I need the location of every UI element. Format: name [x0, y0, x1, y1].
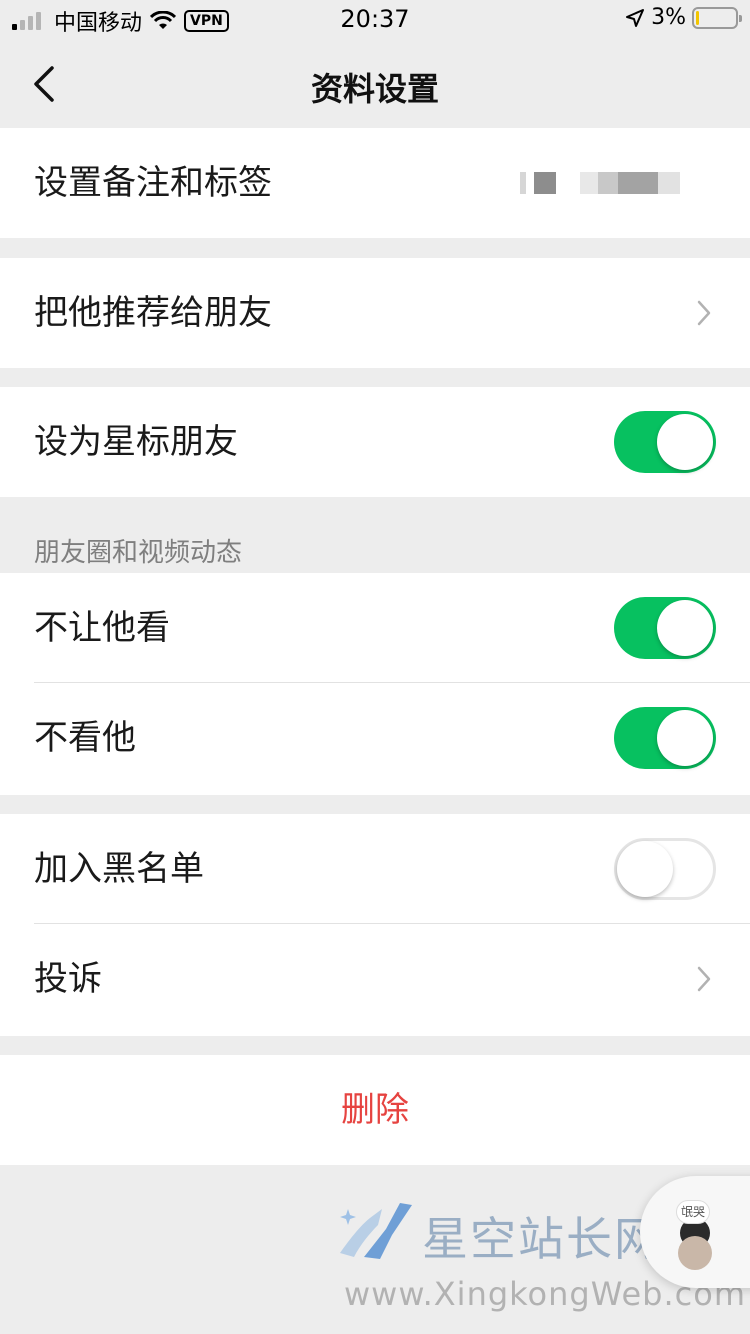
moments-group: 不让他看 不看他: [0, 573, 750, 795]
watermark-logo-icon: [340, 1203, 412, 1259]
hide-his-posts-toggle[interactable]: [614, 707, 716, 769]
toggle-knob: [657, 710, 713, 766]
blacklist-row: 加入黑名单: [0, 814, 750, 924]
toggle-knob: [657, 414, 713, 470]
blacklist-toggle[interactable]: [614, 838, 716, 900]
chevron-right-icon: [697, 966, 711, 992]
toggle-knob: [617, 841, 673, 897]
avatar: [678, 1236, 712, 1270]
star-label: 设为星标朋友: [34, 422, 238, 462]
remark-label: 设置备注和标签: [34, 163, 272, 203]
report-row[interactable]: 投诉: [0, 924, 750, 1036]
remark-row[interactable]: 设置备注和标签: [0, 128, 750, 238]
battery-icon: [692, 6, 742, 29]
toggle-knob: [657, 600, 713, 656]
section-header-moments: 朋友圈和视频动态: [34, 538, 243, 568]
chat-bubble: 氓哭: [676, 1200, 710, 1224]
nav-bar: 资料设置: [0, 40, 750, 128]
page-title: 资料设置: [310, 70, 439, 108]
hide-my-posts-toggle[interactable]: [614, 597, 716, 659]
hide-his-posts-label: 不看他: [34, 718, 136, 758]
delete-button[interactable]: 删除: [0, 1055, 750, 1165]
blacklist-label: 加入黑名单: [34, 849, 204, 889]
hide-his-posts-row: 不看他: [0, 683, 750, 795]
watermark-cn-text: 星空站长网: [422, 1212, 662, 1266]
battery-fill: [696, 10, 700, 25]
report-label: 投诉: [34, 959, 102, 999]
privacy-group: 加入黑名单 投诉: [0, 814, 750, 1036]
hide-my-posts-row: 不让他看: [0, 573, 750, 683]
chevron-right-icon: [697, 300, 711, 326]
star-toggle[interactable]: [614, 411, 716, 473]
location-arrow-icon: [626, 8, 645, 27]
remark-group: 设置备注和标签: [0, 128, 750, 238]
remark-value-blurred: [520, 172, 680, 194]
battery-percent: 3%: [651, 5, 686, 30]
status-bar: 中国移动 VPN 20:37 3%: [0, 0, 750, 40]
star-row: 设为星标朋友: [0, 387, 750, 497]
floating-chat-widget[interactable]: 氓哭: [640, 1176, 750, 1288]
recommend-label: 把他推荐给朋友: [34, 293, 272, 333]
recommend-row[interactable]: 把他推荐给朋友: [0, 258, 750, 368]
star-group: 设为星标朋友: [0, 387, 750, 497]
hide-my-posts-label: 不让他看: [34, 608, 170, 648]
recommend-group: 把他推荐给朋友: [0, 258, 750, 368]
delete-group: 删除: [0, 1055, 750, 1165]
